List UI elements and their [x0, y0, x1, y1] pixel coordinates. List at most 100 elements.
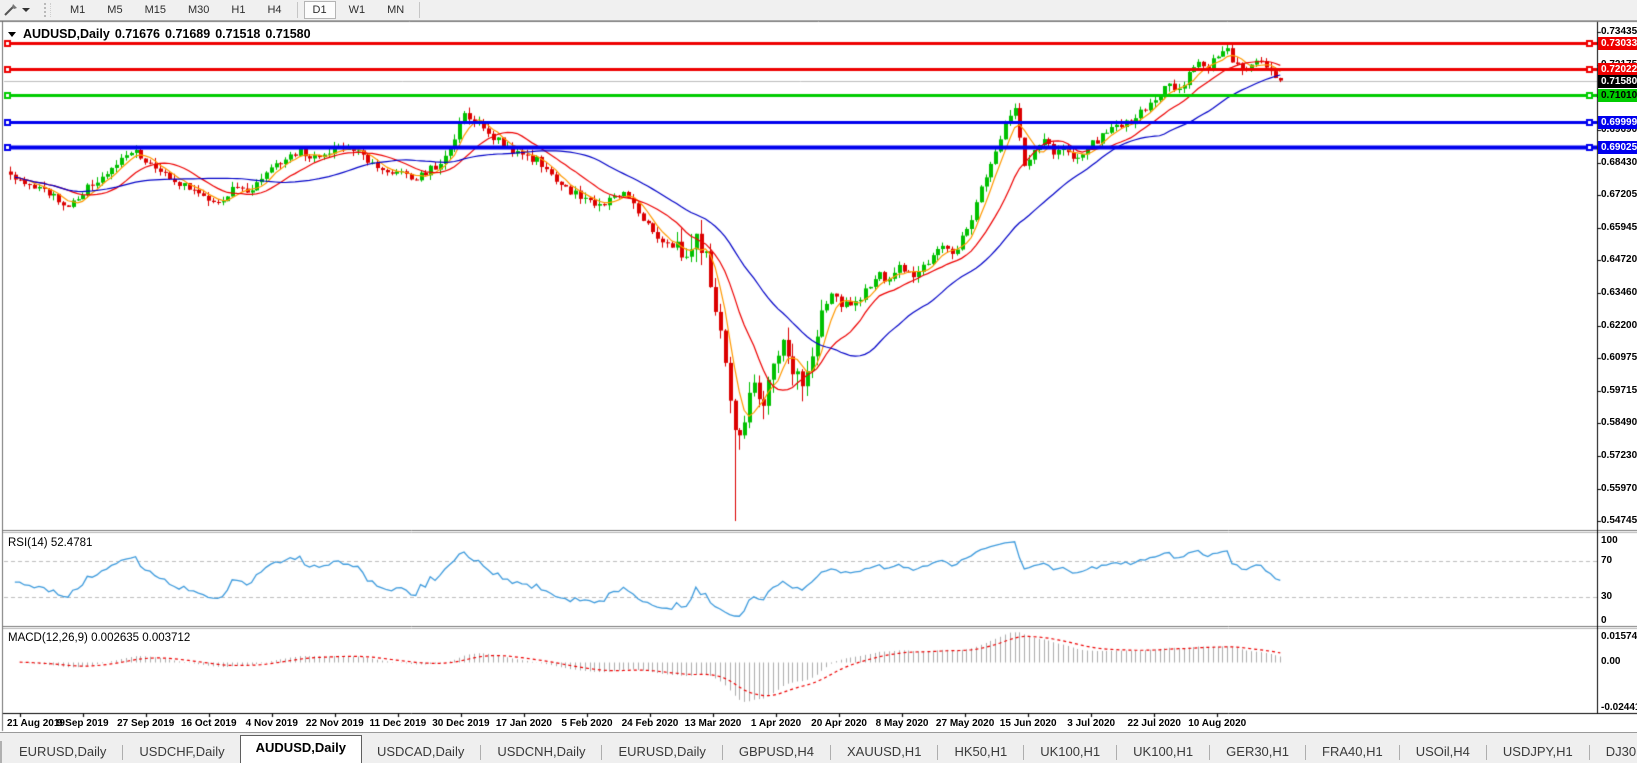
ohlc-high: 0.71689	[165, 27, 211, 41]
tab-separator	[1209, 745, 1211, 760]
tab-separator	[1485, 745, 1487, 760]
macd-tick-label: -0.024412	[1601, 702, 1637, 713]
tab-separator	[122, 745, 124, 760]
price-tick-label: 0.57230	[1601, 449, 1637, 461]
chart-tab-usdchf-daily[interactable]: USDCHF,Daily	[124, 741, 240, 763]
tab-separator	[1305, 745, 1307, 760]
chart-tab-audusd-daily[interactable]: AUDUSD,Daily	[239, 735, 362, 763]
chart-menu-caret-icon[interactable]	[8, 31, 16, 37]
price-tick-label: 0.60975	[1601, 351, 1637, 363]
date-tick-label: 20 Apr 2020	[811, 718, 867, 729]
price-tick-label: 0.67205	[1601, 188, 1637, 200]
macd-tick-label: 0.00	[1601, 656, 1621, 667]
rsi-indicator-label: RSI(14) 52.4781	[8, 537, 93, 549]
period-button-w1[interactable]: W1	[340, 1, 375, 19]
chart-tab-uk100-h1[interactable]: UK100,H1	[1118, 741, 1209, 763]
period-button-h4[interactable]: H4	[258, 1, 290, 19]
chart-tab-usdjpy-h1[interactable]: USDJPY,H1	[1487, 741, 1588, 763]
tab-separator	[1116, 745, 1118, 760]
tab-separator	[830, 745, 832, 760]
date-tick-label: 16 Oct 2019	[180, 718, 237, 729]
date-tick-label: 15 Jun 2020	[999, 718, 1057, 729]
tab-separator	[1588, 745, 1590, 760]
chart-tab-xauusd-h1[interactable]: XAUUSD,H1	[832, 741, 937, 763]
period-button-h1[interactable]: H1	[222, 1, 254, 19]
price-tick-label: 0.59715	[1601, 384, 1637, 396]
price-line-label: 0.69999	[1598, 116, 1637, 129]
period-button-d1[interactable]: D1	[303, 1, 336, 19]
date-tick-label: 11 Dec 2019	[369, 718, 427, 729]
chart-tab-usdcnh-daily[interactable]: USDCNH,Daily	[482, 741, 601, 763]
chart-tab-dj30-daily[interactable]: DJ30,Daily	[1590, 741, 1637, 763]
date-tick-label: 8 May 2020	[875, 718, 929, 729]
timeframe-toolbar: M1 M5 M15 M30 H1 H4 D1 W1 MN	[0, 0, 1637, 21]
date-tick-label: 30 Dec 2019	[432, 718, 490, 729]
date-tick-label: 17 Jan 2020	[495, 718, 552, 729]
date-tick-label: 27 May 2020	[935, 718, 995, 729]
macd-tick-label: 0.015741	[1601, 631, 1637, 642]
price-tick-label: 0.73435	[1601, 26, 1637, 37]
price-tick-label: 0.58490	[1601, 416, 1637, 428]
tab-separator	[1023, 745, 1025, 760]
tab-separator	[1398, 745, 1400, 760]
price-tick-label: 0.63460	[1601, 286, 1637, 298]
price-tick-label: 0.54745	[1601, 514, 1637, 526]
price-tick-label: 0.65945	[1601, 221, 1637, 233]
date-tick-label: 27 Sep 2019	[117, 718, 175, 729]
date-tick-label: 24 Feb 2020	[621, 718, 679, 729]
pencil-line-icon	[4, 4, 17, 16]
price-tick-label: 0.55970	[1601, 482, 1637, 494]
toolbar-separator	[296, 2, 298, 18]
period-button-m5[interactable]: M5	[98, 1, 131, 19]
rsi-tick-label: 30	[1601, 591, 1613, 603]
price-line-label: 0.71010	[1598, 89, 1637, 102]
price-tick-label: 0.62200	[1601, 319, 1637, 331]
rsi-tick-label: 100	[1601, 535, 1618, 546]
clipped-tab-stub[interactable]	[0, 741, 2, 763]
ohlc-low: 0.71518	[215, 27, 261, 41]
date-tick-label: 1 Apr 2020	[750, 718, 802, 729]
period-button-m15[interactable]: M15	[136, 1, 175, 19]
macd-indicator-label: MACD(12,26,9) 0.002635 0.003712	[8, 632, 191, 644]
chart-tab-usdcad-daily[interactable]: USDCAD,Daily	[361, 741, 480, 763]
mt4-window: M1 M5 M15 M30 H1 H4 D1 W1 MN AUDUSD,Daily 0.7167…	[0, 0, 1637, 763]
period-button-mn[interactable]: MN	[378, 1, 413, 19]
price-line-label: 0.73033	[1598, 37, 1637, 50]
chart-symbol-label: AUDUSD,Daily	[23, 27, 110, 41]
tab-separator	[480, 745, 482, 760]
toolbar-grip[interactable]	[44, 3, 51, 17]
price-tick-label: 0.64720	[1601, 253, 1637, 265]
chart-window: AUDUSD,Daily 0.71676 0.71689 0.71518 0.7…	[0, 21, 1637, 752]
date-tick-label: 4 Nov 2019	[245, 718, 298, 729]
chart-tab-eurusd-daily[interactable]: EURUSD,Daily	[603, 741, 721, 763]
toolbar-dropdown-caret-icon[interactable]	[22, 8, 30, 12]
chart-tab-hk50-h1[interactable]: HK50,H1	[939, 741, 1023, 763]
date-tick-label: 9 Sep 2019	[56, 718, 109, 729]
period-buttons: M1 M5 M15 M30 H1 H4 D1 W1 MN	[59, 1, 424, 19]
chart-tab-uk100-h1[interactable]: UK100,H1	[1025, 741, 1116, 763]
chart-tab-gbpusd-h4[interactable]: GBPUSD,H4	[723, 741, 830, 763]
ohlc-close: 0.71580	[265, 27, 311, 41]
chart-tab-usoil-h4[interactable]: USOil,H4	[1400, 741, 1485, 763]
tab-separator	[601, 745, 603, 760]
price-line-label: 0.69025	[1598, 141, 1637, 154]
price-tick-label: 0.68430	[1601, 156, 1637, 168]
date-tick-label: 22 Nov 2019	[305, 718, 364, 729]
line-tools-icon[interactable]	[2, 2, 20, 18]
date-tick-label: 5 Feb 2020	[561, 718, 613, 729]
date-tick-label: 22 Jul 2020	[1127, 718, 1181, 729]
date-tick-label: 13 Mar 2020	[684, 718, 742, 729]
tab-separator	[721, 745, 723, 760]
period-button-m30[interactable]: M30	[179, 1, 218, 19]
chart-tab-eurusd-daily[interactable]: EURUSD,Daily	[4, 741, 122, 763]
rsi-tick-label: 70	[1601, 554, 1613, 566]
ohlc-open: 0.71676	[114, 27, 161, 41]
toolbar-separator	[419, 2, 421, 18]
chart-tab-ger30-h1[interactable]: GER30,H1	[1211, 741, 1305, 763]
period-button-m1[interactable]: M1	[61, 1, 94, 19]
chart-tab-fra40-h1[interactable]: FRA40,H1	[1307, 741, 1398, 763]
tab-separator	[937, 745, 939, 760]
tabs-holder: EURUSD,Daily USDCHF,Daily AUDUSD,Daily USDC…	[4, 735, 1637, 763]
price-chart-canvas[interactable]	[0, 21, 1637, 752]
chart-tab-bar: EURUSD,Daily USDCHF,Daily AUDUSD,Daily USDC…	[0, 732, 1637, 763]
